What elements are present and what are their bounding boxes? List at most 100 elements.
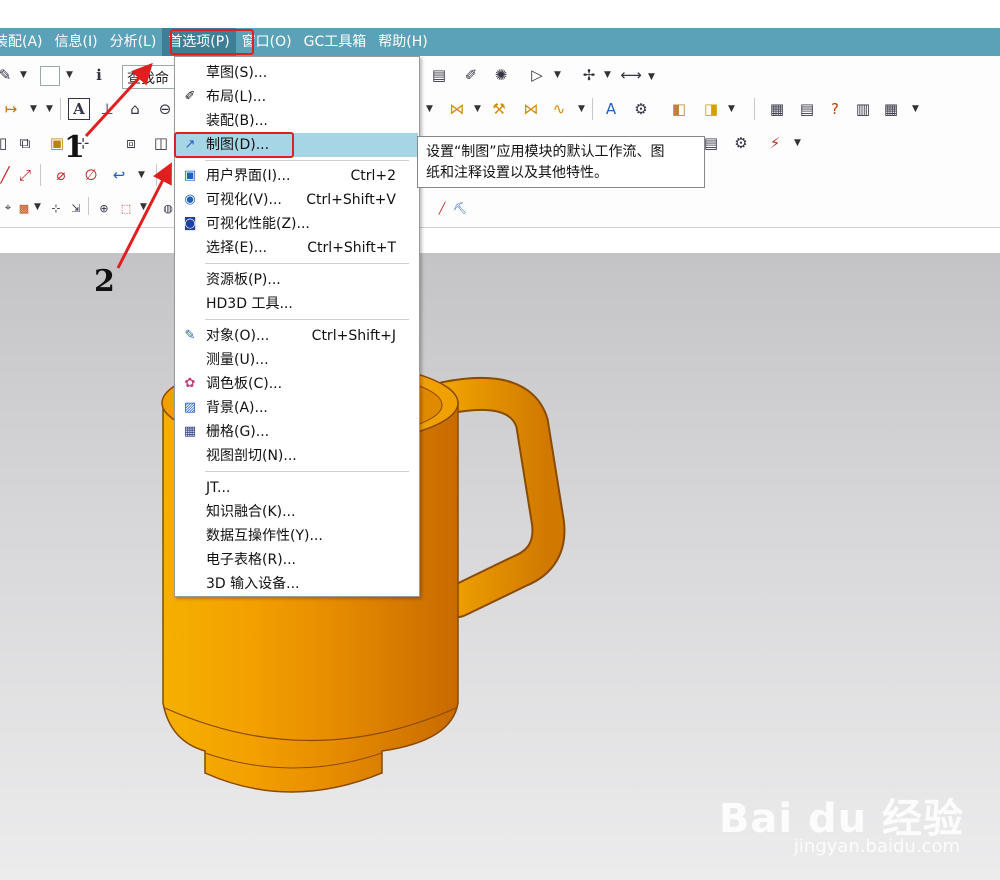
box-select-icon[interactable]: ⬚	[118, 200, 134, 216]
menu-item-jt[interactable]: JT...	[176, 476, 418, 500]
menu-item-3d-input-devices[interactable]: 3D 输入设备...	[176, 572, 418, 596]
dropdown-arrow-icon[interactable]: ▼	[46, 104, 53, 114]
menu-item-visualization[interactable]: ◉ 可视化(V)... Ctrl+Shift+V	[176, 188, 418, 212]
dropdown-arrow-icon[interactable]: ▼	[426, 104, 433, 114]
dropdown-arrow-icon[interactable]: ▼	[648, 72, 655, 82]
dropdown-arrow-icon[interactable]: ▼	[66, 70, 73, 80]
pen-icon[interactable]: ╱	[434, 200, 450, 216]
info-icon[interactable]: ℹ	[88, 64, 110, 86]
wave-icon[interactable]: ∿	[548, 98, 570, 120]
tooltip-line-1: 设置“制图”应用模块的默认工作流、图	[426, 144, 665, 160]
brush-icon[interactable]: ⛏	[452, 200, 468, 216]
menu-assembly[interactable]: 装配(A)	[0, 28, 49, 56]
spreadsheet-icon[interactable]: ▤	[796, 98, 818, 120]
undo-icon[interactable]: ↩	[108, 164, 130, 186]
dimension-icon[interactable]: ↦	[0, 98, 22, 120]
menu-item-hd3d-tools[interactable]: HD3D 工具...	[176, 292, 418, 316]
dropdown-arrow-icon[interactable]: ▼	[578, 104, 585, 114]
table-icon[interactable]: ▦	[766, 98, 788, 120]
tooltip-line-2: 纸和注释设置以及其他特性。	[426, 165, 608, 181]
measure-icon[interactable]: ⟷	[620, 64, 642, 86]
menu-item-background[interactable]: ▨ 背景(A)...	[176, 396, 418, 420]
view-frame-icon[interactable]: ▯	[0, 132, 14, 154]
menu-item-label: 用户界面(I)...	[206, 168, 291, 184]
sketch-icon[interactable]: ✎	[0, 64, 16, 86]
hammer-icon[interactable]: ⚒	[488, 98, 510, 120]
cube-icon[interactable]: ◨	[700, 98, 722, 120]
block-icon[interactable]: ◧	[668, 98, 690, 120]
menu-item-label: 资源板(P)...	[206, 272, 281, 288]
menu-item-view-section[interactable]: 视图剖切(N)...	[176, 444, 418, 468]
layers-icon[interactable]: ▤	[428, 64, 450, 86]
menu-item-label: 视图剖切(N)...	[206, 448, 297, 464]
menu-item-shortcut: Ctrl+Shift+T	[307, 240, 396, 256]
dropdown-arrow-icon[interactable]: ▼	[34, 202, 41, 212]
menu-item-object[interactable]: ✎ 对象(O)... Ctrl+Shift+J	[176, 324, 418, 348]
dropdown-arrow-icon[interactable]: ▼	[30, 104, 37, 114]
command-finder-input[interactable]: 查找命	[122, 65, 176, 89]
part-list-icon[interactable]: ▥	[852, 98, 874, 120]
dropdown-arrow-icon[interactable]: ▼	[912, 104, 919, 114]
dropdown-arrow-icon[interactable]: ▼	[604, 70, 611, 80]
diameter-icon[interactable]: ⌀	[50, 164, 72, 186]
datum-icon[interactable]: ⊥	[96, 98, 118, 120]
menu-gc-toolbox[interactable]: GC工具箱	[298, 28, 373, 56]
move-icon[interactable]: ⇲	[68, 200, 84, 216]
help-query-icon[interactable]: ?	[824, 98, 846, 120]
menu-item-shortcut: Ctrl+Shift+V	[306, 192, 396, 208]
dropdown-arrow-icon[interactable]: ▼	[728, 104, 735, 114]
snap-icon[interactable]: ⌖	[0, 200, 16, 216]
grid-snap-icon[interactable]: ▩	[16, 200, 32, 216]
menu-item-data-interoperability[interactable]: 数据互操作性(Y)...	[176, 524, 418, 548]
menu-item-visual-performance[interactable]: ◙ 可视化性能(Z)...	[176, 212, 418, 236]
dropdown-arrow-icon[interactable]: ▼	[20, 70, 27, 80]
menu-item-assembly[interactable]: 装配(B)...	[176, 109, 418, 133]
frame-icon[interactable]: ⧈	[120, 132, 142, 154]
menu-item-sketch[interactable]: 草图(S)...	[176, 61, 418, 85]
menu-help[interactable]: 帮助(H)	[372, 28, 433, 56]
hierarchy-icon[interactable]: ⧉	[14, 132, 36, 154]
dropdown-arrow-icon[interactable]: ▼	[554, 70, 561, 80]
note-icon[interactable]: A	[68, 98, 90, 120]
menu-information[interactable]: 信息(I)	[49, 28, 104, 56]
weld-icon[interactable]: ⚡	[764, 132, 786, 154]
menu-item-resource-bar[interactable]: 资源板(P)...	[176, 268, 418, 292]
view-icon[interactable]: ▷	[526, 64, 548, 86]
menu-item-palette[interactable]: ✿ 调色板(C)...	[176, 372, 418, 396]
magnify-icon[interactable]: ⊖	[154, 98, 176, 120]
menu-item-measure[interactable]: 测量(U)...	[176, 348, 418, 372]
select-icon[interactable]: ⊕	[96, 200, 112, 216]
menu-item-spreadsheet[interactable]: 电子表格(R)...	[176, 548, 418, 572]
highlight-preferences-menu	[170, 29, 254, 55]
menu-item-grid[interactable]: ▦ 栅格(G)...	[176, 420, 418, 444]
sheet-icon[interactable]: ◫	[150, 132, 172, 154]
menu-separator	[205, 160, 409, 161]
radius-icon[interactable]: ⤢	[14, 164, 36, 186]
settings-gear-icon[interactable]: ⚙	[730, 132, 752, 154]
dropdown-arrow-icon[interactable]: ▼	[140, 202, 147, 212]
menu-item-selection[interactable]: 选择(E)... Ctrl+Shift+T	[176, 236, 418, 260]
menu-analysis[interactable]: 分析(L)	[104, 28, 163, 56]
diameter-2-icon[interactable]: ∅	[80, 164, 102, 186]
menu-item-knowledge-fusion[interactable]: 知识融合(K)...	[176, 500, 418, 524]
paint-icon[interactable]: ✺	[490, 64, 512, 86]
toolbar-row-1: ✎ ▼ ▼ ℹ 查找命 ▤ ✐ ✺ ▷ ▼ ✢ ▼ ⟷ ▼	[0, 60, 1000, 90]
color-swatch[interactable]	[40, 66, 60, 86]
menu-item-label: 数据互操作性(Y)...	[206, 528, 323, 544]
point-icon[interactable]: ⊹	[48, 200, 64, 216]
connector-icon[interactable]: ⋈	[520, 98, 542, 120]
menu-item-label: 3D 输入设备...	[206, 576, 300, 592]
table-edit-icon[interactable]: ▦	[880, 98, 902, 120]
trim-icon[interactable]: ⋈	[446, 98, 468, 120]
dropdown-arrow-icon[interactable]: ▼	[474, 104, 481, 114]
label-icon[interactable]: ⌂	[124, 98, 146, 120]
dropdown-arrow-icon[interactable]: ▼	[794, 138, 801, 148]
text-style-icon[interactable]: A	[600, 98, 622, 120]
menu-item-label: 选择(E)...	[206, 240, 268, 256]
tools-icon[interactable]: ⚙	[630, 98, 652, 120]
menu-item-layout[interactable]: ✐ 布局(L)...	[176, 85, 418, 109]
dropdown-arrow-icon[interactable]: ▼	[138, 170, 145, 180]
edit-object-icon[interactable]: ✐	[460, 64, 482, 86]
axis-icon[interactable]: ✢	[578, 64, 600, 86]
menu-item-user-interface[interactable]: ▣ 用户界面(I)... Ctrl+2	[176, 164, 418, 188]
